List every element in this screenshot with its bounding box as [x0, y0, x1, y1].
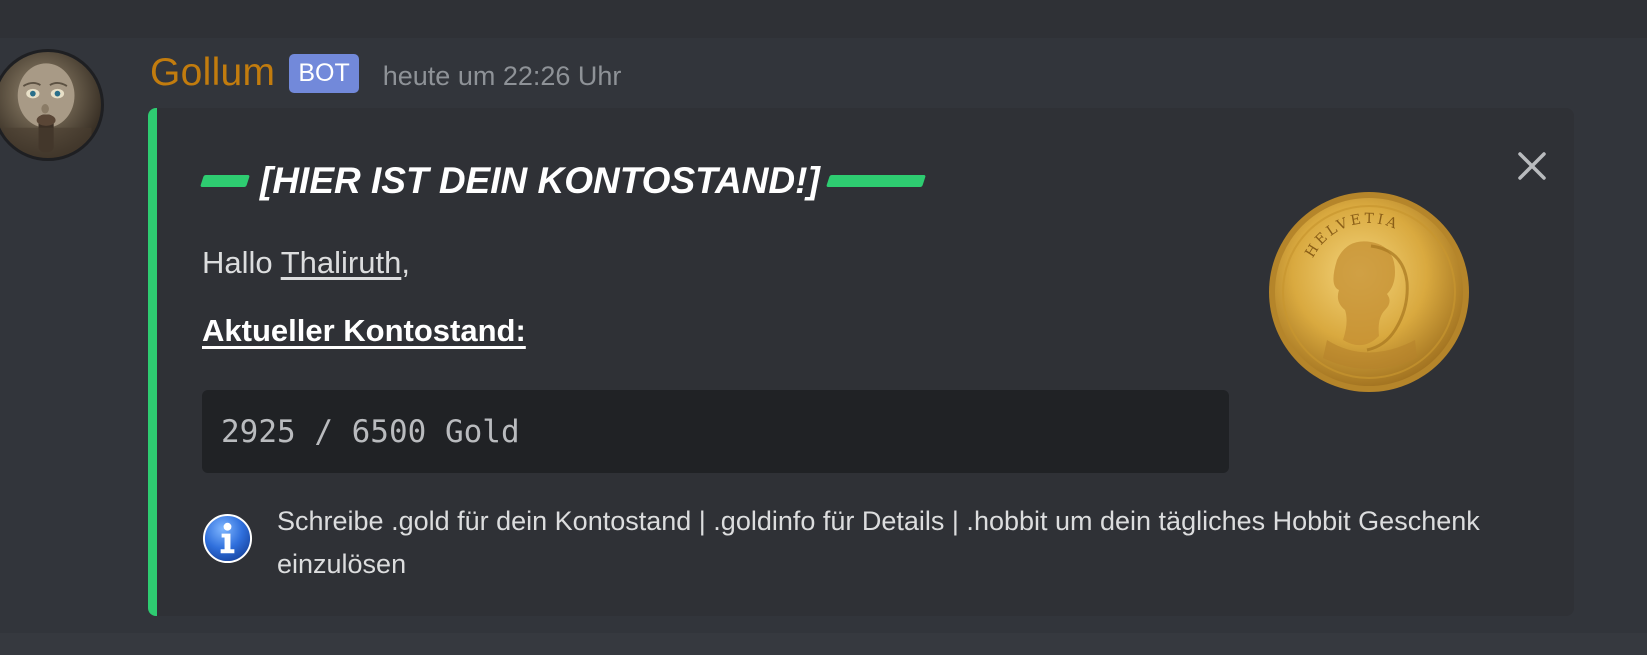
greeting-suffix: ,: [401, 245, 410, 280]
channel-top-strip: [0, 0, 1647, 38]
message-timestamp: heute um 22:26 Uhr: [382, 60, 622, 91]
close-icon: [1518, 152, 1546, 180]
embed-footer: Schreibe .gold für dein Kontostand | .go…: [202, 500, 1492, 586]
embed-title-text: [HIER IST DEIN KONTOSTAND!]: [260, 160, 820, 201]
gold-coin-icon: HELVETIA: [1269, 192, 1469, 392]
embed-title: [HIER IST DEIN KONTOSTAND!]: [200, 160, 926, 202]
greeting-prefix: Hallo: [202, 245, 281, 280]
author-name[interactable]: Gollum: [150, 51, 275, 95]
author-avatar[interactable]: [0, 49, 104, 161]
balance-value: 2925 / 6500 Gold: [221, 414, 520, 450]
title-dash-right: [825, 175, 926, 187]
gollum-avatar-icon: [4, 63, 92, 158]
embed-greeting: Hallo Thaliruth,: [202, 245, 410, 281]
chat-message: Gollum BOT heute um 22:26 Uhr [HIER IST …: [0, 38, 1647, 633]
info-icon: [202, 513, 253, 564]
balance-code-block: 2925 / 6500 Gold: [202, 390, 1229, 473]
user-mention[interactable]: Thaliruth: [281, 245, 402, 280]
embed-thumbnail[interactable]: HELVETIA: [1267, 190, 1471, 394]
close-button[interactable]: [1510, 144, 1554, 188]
title-dash-left: [200, 175, 250, 187]
bot-tag: BOT: [289, 53, 359, 93]
footer-text: Schreibe .gold für dein Kontostand | .go…: [277, 506, 1480, 579]
message-header: Gollum BOT heute um 22:26 Uhr: [150, 48, 621, 98]
balance-label: Aktueller Kontostand:: [202, 313, 526, 348]
embed-card: [HIER IST DEIN KONTOSTAND!] Hallo Thalir…: [148, 108, 1574, 616]
